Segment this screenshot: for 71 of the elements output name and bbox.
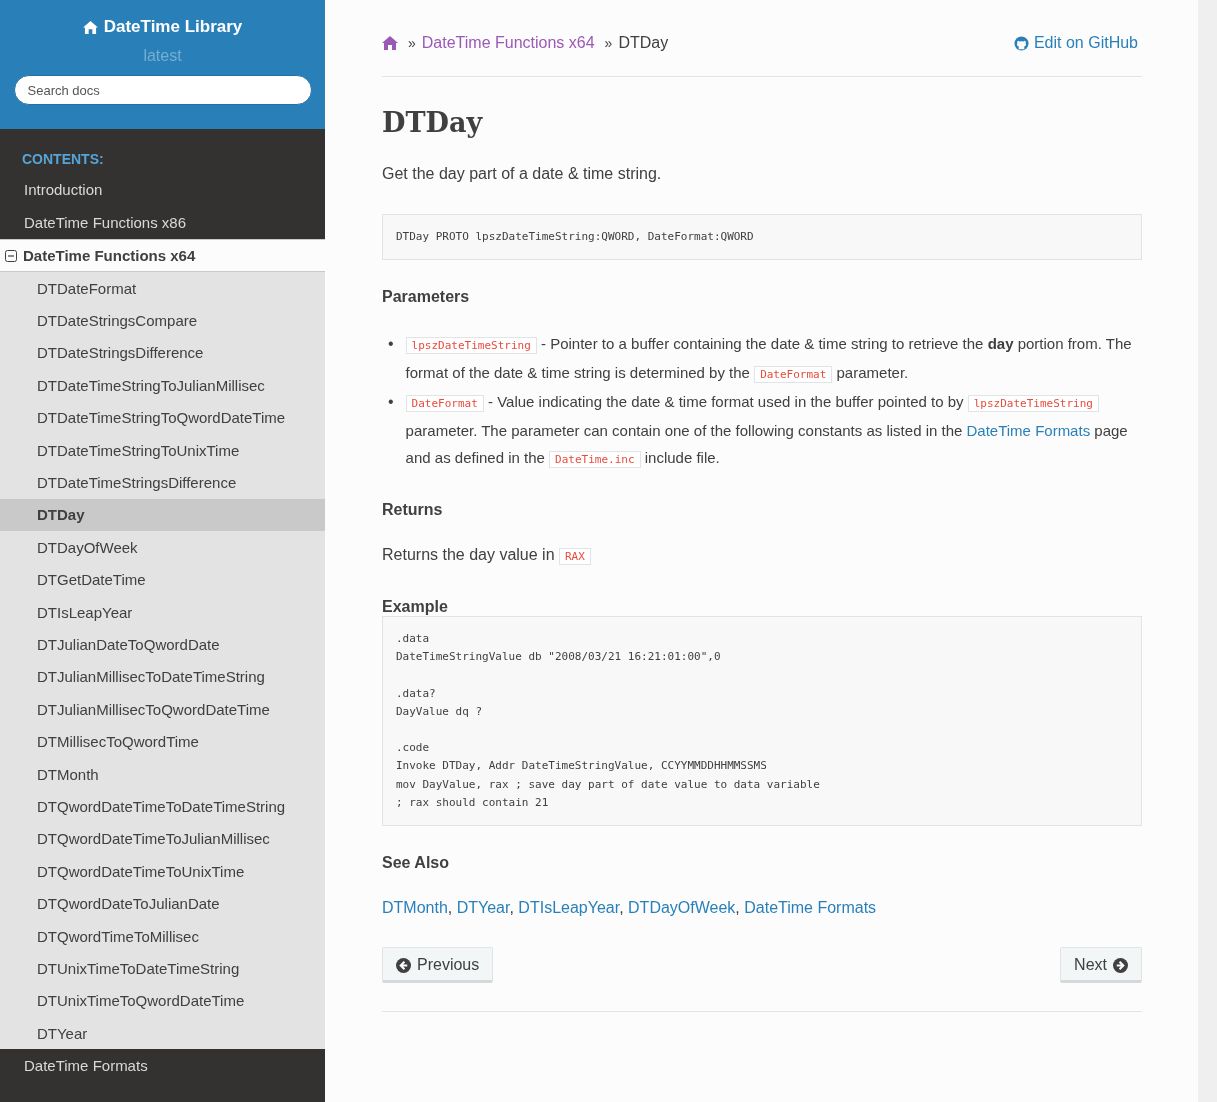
link[interactable]: DTMonth: [382, 899, 448, 917]
paragraph: Returns the day value in RAX: [382, 541, 1142, 570]
inline-code: DateTime.inc: [549, 451, 641, 468]
nav-item[interactable]: DateTime Functions x64: [0, 239, 325, 272]
version-label: latest: [143, 47, 182, 65]
breadcrumb-link[interactable]: DateTime Functions x64: [421, 34, 595, 52]
nav-item[interactable]: Introduction: [0, 173, 325, 206]
nav-item[interactable]: DTMillisecToQwordTime: [0, 725, 325, 758]
link[interactable]: DTYear: [456, 899, 510, 917]
inline-code: lpszDateTimeString: [967, 395, 1099, 412]
paragraph: DTMonth, DTYear, DTIsLeapYear, DTDayOfWeek, DateTime Formats: [382, 898, 878, 919]
link[interactable]: DTDayOfWeek: [628, 899, 736, 917]
page-title: DTDay: [382, 107, 484, 138]
home-icon[interactable]: [382, 36, 398, 50]
section-heading: Parameters: [382, 288, 471, 306]
next-button[interactable]: Next: [1060, 947, 1142, 984]
description: Get the day part of a date & time string.: [382, 164, 663, 184]
edit-on-github-link[interactable]: Edit on GitHub: [1013, 34, 1138, 52]
breadcrumb-separator: »: [408, 35, 416, 51]
breadcrumb-separator: »: [604, 35, 613, 51]
link[interactable]: DateTime Formats: [966, 422, 1091, 439]
nav-item[interactable]: DTYear: [0, 1017, 325, 1050]
contents-caption: CONTENTS:: [21, 150, 105, 169]
previous-button[interactable]: Previous: [382, 947, 494, 984]
nav-item[interactable]: DTIsLeapYear: [0, 595, 325, 629]
breadcrumb-current: DTDay: [618, 34, 669, 52]
nav-item[interactable]: DTGetDateTime: [0, 563, 325, 596]
nav-item[interactable]: DTDateStringsDifference: [0, 336, 325, 370]
inline-code: DateFormat: [754, 366, 833, 383]
code-block: .data DateTimeStringValue db "2008/03/21 16:21:01:00",0 .data? DayValue dq ? .code Invoke DTDay, Addr DateTimeStringValue, CCYYMMDDHHMMSSMS mov DayValue, rax ; save day part of date value to data variable ; rax should contain 21: [382, 616, 1142, 827]
inline-code: RAX: [559, 548, 591, 565]
nav-item[interactable]: DTJulianDateToQwordDate: [0, 628, 325, 661]
section-heading: Example: [382, 598, 449, 616]
nav-item[interactable]: DTJulianMillisecToDateTimeString: [0, 660, 325, 694]
bullet: •: [388, 334, 394, 354]
bullet: •: [388, 392, 394, 412]
home-icon: [82, 20, 98, 34]
nav-item[interactable]: DTQwordDateToJulianDate: [0, 887, 325, 920]
nav-item[interactable]: DTDateStringsCompare: [0, 304, 325, 337]
parameter-description: DateFormat - Value indicating the date & time format used in the buffer pointed to by lpszDateTimeString parameter. The parameter can contain one of the following constants as listed in the DateTime Formats page and as defined in the DateTime.inc include file.: [405, 392, 1129, 470]
nav-item[interactable]: DTQwordDateTimeToJulianMillisec: [0, 822, 325, 856]
nav-item[interactable]: DTDay: [0, 498, 325, 532]
link[interactable]: DTIsLeapYear: [518, 899, 620, 917]
nav-item[interactable]: DTQwordDateTimeToUnixTime: [0, 855, 325, 888]
search-field[interactable]: Search docs: [13, 75, 312, 105]
inline-code: DateFormat: [405, 395, 484, 412]
section-heading: Returns: [382, 501, 444, 519]
inline-code: lpszDateTimeString: [405, 337, 537, 354]
parameter-description: lpszDateTimeString - Pointer to a buffer containing the date & time string to retrieve the day portion from. The format of the date & time string is determined by the DateFormat parameter.: [405, 334, 1133, 385]
nav-item[interactable]: DTUnixTimeToQwordDateTime: [0, 984, 325, 1017]
nav-item[interactable]: DTDateTimeStringToJulianMillisec: [0, 369, 325, 402]
section-heading: See Also: [382, 854, 450, 873]
site-title[interactable]: DateTime Library: [82, 16, 243, 38]
nav-item[interactable]: DTMonth: [0, 757, 325, 791]
nav-item[interactable]: DTDateTimeStringToUnixTime: [0, 433, 325, 467]
github-icon: [1013, 35, 1029, 51]
code-block: DTDay PROTO lpszDateTimeString:QWORD, DateFormat:QWORD: [382, 214, 1142, 260]
arrow-left-icon: [396, 957, 411, 973]
nav-item[interactable]: DateTime Formats: [0, 1049, 325, 1083]
nav-item[interactable]: DTDayOfWeek: [0, 531, 325, 564]
collapse-icon[interactable]: [5, 249, 17, 262]
link[interactable]: DateTime Formats: [744, 899, 877, 917]
nav-item[interactable]: DTDateTimeStringsDifference: [0, 466, 325, 499]
nav-item[interactable]: DTUnixTimeToDateTimeString: [0, 952, 325, 985]
nav-item[interactable]: DTDateFormat: [0, 272, 325, 305]
nav-item[interactable]: DateTime Functions x86: [0, 206, 325, 239]
nav-item[interactable]: DTQwordTimeToMillisec: [0, 919, 325, 953]
nav-item[interactable]: DTQwordDateTimeToDateTimeString: [0, 790, 325, 823]
arrow-right-icon: [1113, 957, 1128, 973]
nav-item[interactable]: DTJulianMillisecToQwordDateTime: [0, 693, 325, 726]
nav-item[interactable]: DTDateTimeStringToQwordDateTime: [0, 401, 325, 434]
